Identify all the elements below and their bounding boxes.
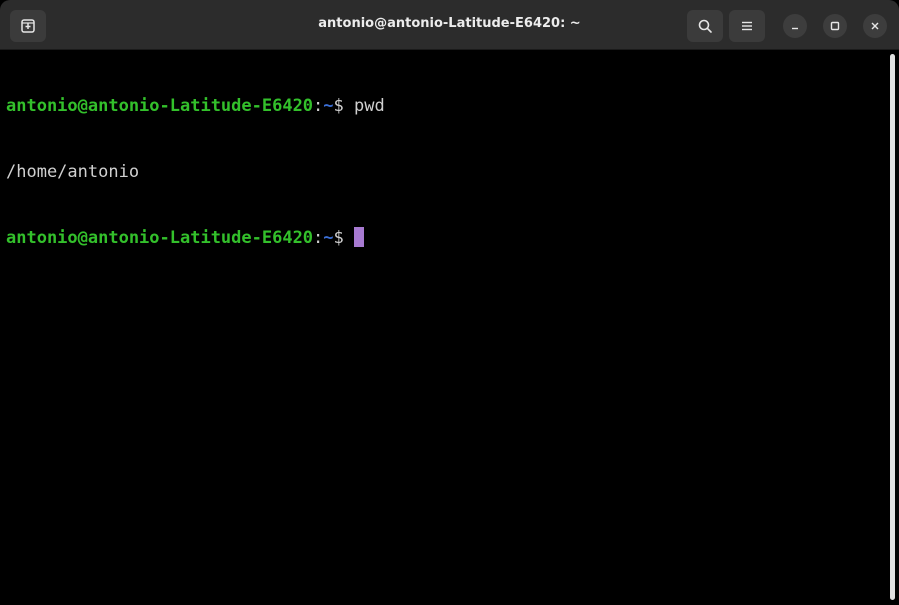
prompt-path: ~ xyxy=(323,96,334,116)
minimize-icon xyxy=(792,27,798,30)
prompt-user-host: antonio@antonio-Latitude-E6420 xyxy=(6,228,314,248)
minimize-button[interactable] xyxy=(783,14,807,38)
prompt-dollar: $ xyxy=(333,96,355,116)
close-icon xyxy=(871,22,879,30)
terminal-window: antonio@antonio-Latitude-E6420: ~ antoni… xyxy=(0,0,899,605)
terminal-line: antonio@antonio-Latitude-E6420:~$ pwd xyxy=(6,95,885,117)
prompt-path: ~ xyxy=(323,228,334,248)
prompt-colon: : xyxy=(313,96,324,116)
terminal-line: antonio@antonio-Latitude-E6420:~$ xyxy=(6,227,885,249)
hamburger-menu-icon xyxy=(742,21,752,31)
text-cursor xyxy=(354,227,365,247)
prompt-dollar: $ xyxy=(333,228,355,248)
close-button[interactable] xyxy=(863,14,887,38)
prompt-colon: : xyxy=(313,228,324,248)
terminal-line: /home/antonio xyxy=(6,161,885,183)
search-button[interactable] xyxy=(687,10,723,42)
maximize-button[interactable] xyxy=(823,14,847,38)
new-tab-icon xyxy=(21,19,35,33)
maximize-icon xyxy=(830,21,840,31)
terminal-content[interactable]: antonio@antonio-Latitude-E6420:~$ pwd /h… xyxy=(0,50,885,605)
search-icon xyxy=(698,19,712,33)
scrollbar[interactable] xyxy=(890,54,895,600)
new-tab-button[interactable] xyxy=(10,10,46,42)
prompt-user-host: antonio@antonio-Latitude-E6420 xyxy=(6,96,314,116)
command-output: /home/antonio xyxy=(6,162,140,182)
title-bar[interactable]: antonio@antonio-Latitude-E6420: ~ xyxy=(0,0,899,50)
command-text: pwd xyxy=(354,96,385,116)
menu-button[interactable] xyxy=(729,10,765,42)
